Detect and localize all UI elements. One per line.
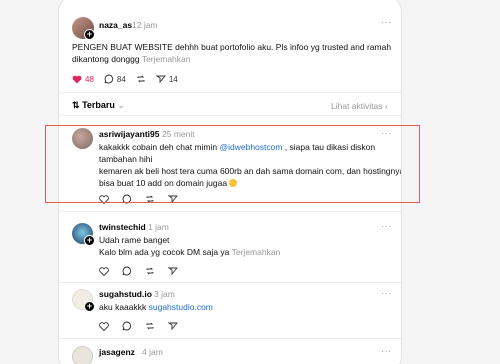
website-link[interactable]: sugahstudio.com (149, 302, 213, 312)
more-icon[interactable]: ··· (381, 288, 392, 298)
repost-icon[interactable] (145, 194, 155, 204)
comment-text-line: Kalo blm ada yg cocok DM saja ya (99, 247, 230, 257)
comment-text-line: tambahan hihi (99, 154, 153, 164)
comment-actions (99, 266, 178, 276)
divider (59, 115, 401, 116)
heart-icon (72, 75, 82, 83)
sort-dropdown[interactable]: ⇅ Terbaru ⌄ (72, 100, 125, 111)
thread-card: + naza_as 12 jam ··· PENGEN BUAT WEBSITE… (58, 0, 402, 364)
heart-icon[interactable] (99, 321, 109, 331)
comment-username[interactable]: asriwijayanti95 (99, 129, 159, 139)
comment-text: aku kaaakkk sugahstudio.com (99, 301, 399, 313)
comment-text-line: kemaren ak beli host tera cuma 600rb an … (99, 166, 402, 176)
comment-time: 1 jam (148, 222, 169, 232)
share-icon[interactable] (168, 194, 178, 204)
comment-text-line: Udah rame banget (99, 235, 170, 245)
view-activity-label: Lihat aktivitas (331, 101, 383, 111)
divider (59, 282, 401, 283)
view-activity-link[interactable]: Lihat aktivitas › (331, 101, 388, 111)
comment-text-line: bisa buat 10 add on domain jugaa (99, 178, 228, 188)
divider (59, 211, 401, 212)
comment-username[interactable]: twinstechid (99, 222, 146, 232)
post-actions: 48 84 14 (72, 74, 188, 84)
translate-link[interactable]: Terjemahkan (142, 54, 191, 64)
comment-text: kakakkk cobain deh chat mimin @idwebhost… (99, 141, 402, 189)
post-text-content: PENGEN BUAT WEBSITE dehhh buat portofoli… (72, 42, 392, 64)
avatar[interactable] (72, 346, 93, 364)
share-count: 14 (168, 74, 178, 84)
heart-icon[interactable] (99, 194, 109, 204)
like-button[interactable]: 48 (72, 75, 94, 84)
reply-count: 84 (116, 74, 126, 84)
comment-icon[interactable] (122, 266, 132, 276)
post-time: 12 jam (132, 20, 158, 30)
comment-username[interactable]: jasagenz (99, 347, 135, 357)
follow-plus-icon[interactable]: + (84, 29, 95, 40)
reply-button[interactable]: 84 (104, 74, 126, 84)
sort-label: Terbaru (82, 100, 115, 110)
share-icon (155, 75, 166, 84)
mention-link[interactable]: @idwebhostcom (219, 142, 282, 152)
share-icon[interactable] (168, 321, 178, 331)
comment-text-part: kakakkk cobain deh chat mimin (99, 142, 220, 152)
repost-button[interactable] (136, 74, 146, 84)
follow-plus-icon[interactable]: + (84, 235, 95, 246)
comment-text-part: , siapa tau dikasi diskon (282, 142, 376, 152)
chevron-down-icon: ⌄ (117, 100, 125, 110)
divider (59, 338, 401, 339)
repost-icon[interactable] (145, 321, 155, 331)
post-text: PENGEN BUAT WEBSITE dehhh buat portofoli… (72, 41, 397, 65)
repost-icon (137, 75, 145, 83)
smile-emoji-icon (229, 179, 238, 187)
comment-icon[interactable] (122, 321, 132, 331)
like-count: 48 (85, 74, 94, 84)
comment-time: 3 jam (154, 289, 175, 299)
translate-link[interactable]: Terjemahkan (232, 247, 281, 257)
comment-time: 25 menit (162, 129, 195, 139)
comment-actions (99, 321, 178, 331)
more-icon[interactable]: ··· (381, 128, 392, 138)
repost-icon[interactable] (145, 266, 155, 276)
post-username[interactable]: naza_as (99, 20, 132, 30)
share-button[interactable]: 14 (155, 74, 178, 84)
more-icon[interactable]: ··· (381, 346, 392, 356)
comment-actions (99, 194, 178, 204)
chevron-right-icon: › (384, 101, 388, 111)
comment-username[interactable]: sugahstud.io (99, 289, 152, 299)
comment-icon (104, 74, 113, 84)
comment-time: 4 jam (142, 347, 163, 357)
follow-plus-icon[interactable]: + (84, 301, 95, 312)
sort-icon: ⇅ (72, 100, 80, 110)
more-icon[interactable]: ··· (381, 17, 392, 27)
avatar[interactable] (72, 128, 93, 149)
comment-text-part: aku kaaakkk (99, 302, 149, 312)
divider (59, 92, 401, 93)
share-icon[interactable] (168, 266, 178, 276)
comment-icon[interactable] (122, 194, 132, 204)
comment-text: Udah rame banget Kalo blm ada yg cocok D… (99, 234, 399, 258)
more-icon[interactable]: ··· (381, 221, 392, 231)
heart-icon[interactable] (99, 266, 109, 276)
